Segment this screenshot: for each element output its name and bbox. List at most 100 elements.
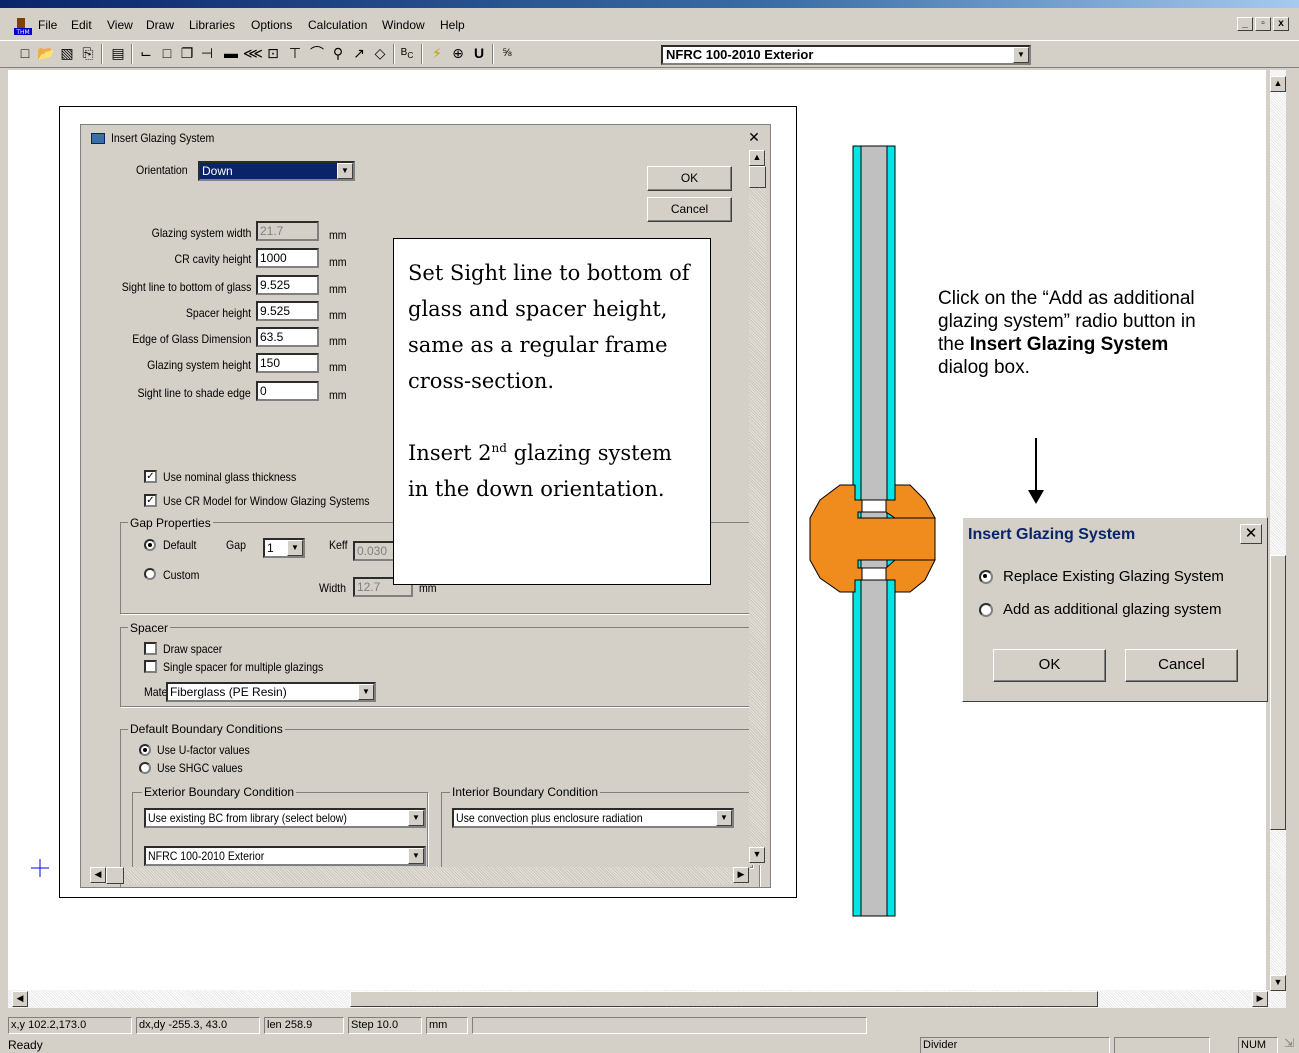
- menu-help[interactable]: Help: [440, 18, 465, 32]
- spacer-height-input[interactable]: 9.525: [256, 301, 319, 321]
- use-ufactor-radio[interactable]: [139, 744, 151, 756]
- glazing-width-input[interactable]: 21.7: [256, 221, 319, 241]
- status-coordinates: x,y 102.2,173.0: [8, 1017, 132, 1034]
- exterior-bc-select[interactable]: Use existing BC from library (select bel…: [144, 808, 426, 828]
- insert-glazing-icon[interactable]: ⊤: [286, 44, 304, 62]
- properties-icon[interactable]: ▤: [109, 44, 127, 62]
- shade-edge-input[interactable]: 0: [256, 381, 319, 401]
- menu-file[interactable]: File: [38, 18, 57, 32]
- edge-of-glass-input[interactable]: 63.5: [256, 327, 319, 347]
- arc-icon[interactable]: ⌒: [308, 44, 326, 62]
- nominal-thickness-checkbox[interactable]: ✓: [144, 470, 157, 483]
- scroll-thumb[interactable]: [749, 166, 766, 188]
- chevron-down-icon[interactable]: ▼: [337, 163, 353, 179]
- ok-button[interactable]: OK: [993, 649, 1106, 682]
- polygon-icon[interactable]: ⌙: [137, 44, 155, 62]
- close-icon[interactable]: ✕: [745, 130, 763, 146]
- therm-app-icon[interactable]: THM: [14, 18, 32, 35]
- pick-icon[interactable]: ↗: [350, 44, 368, 62]
- gap-default-radio[interactable]: [144, 539, 156, 551]
- calculate-icon[interactable]: ⚡: [428, 44, 446, 62]
- field-label: Sight line to bottom of glass: [121, 280, 251, 294]
- scroll-thumb[interactable]: [106, 867, 124, 884]
- menu-draw[interactable]: Draw: [146, 18, 174, 32]
- interior-bc-select[interactable]: Use convection plus enclosure radiation …: [452, 808, 734, 828]
- dimension-fields: Glazing system width 21.7 mm CR cavity h…: [81, 219, 381, 402]
- menu-libraries[interactable]: Libraries: [189, 18, 235, 32]
- boundary-condition-icon[interactable]: BC: [398, 44, 416, 62]
- menu-calculation[interactable]: Calculation: [308, 18, 367, 32]
- results-icon[interactable]: ⊕: [449, 44, 467, 62]
- bc-library-select[interactable]: NFRC 100-2010 Exterior ▼: [661, 45, 1031, 65]
- chevron-down-icon[interactable]: ▼: [716, 810, 732, 826]
- chevron-down-icon[interactable]: ▼: [408, 810, 424, 826]
- scroll-thumb[interactable]: [350, 991, 1098, 1007]
- cr-cavity-height-input[interactable]: 1000: [256, 248, 319, 268]
- gap-select[interactable]: 1 ▼: [263, 538, 305, 558]
- close-icon[interactable]: x: [1273, 17, 1289, 31]
- scroll-left-icon[interactable]: ◀: [90, 867, 106, 883]
- save-icon[interactable]: ▧: [58, 44, 76, 62]
- open-folder-icon[interactable]: 📂: [37, 44, 55, 62]
- scroll-right-icon[interactable]: ▶: [1252, 991, 1268, 1007]
- cancel-button[interactable]: Cancel: [1125, 649, 1238, 682]
- sight-line-bottom-input[interactable]: 9.525: [256, 275, 319, 295]
- cr-model-checkbox[interactable]: ✓: [144, 494, 157, 507]
- add-additional-radio[interactable]: [979, 603, 993, 617]
- scroll-right-icon[interactable]: ▶: [733, 867, 749, 883]
- glazing-height-input[interactable]: 150: [256, 353, 319, 373]
- horizontal-scrollbar[interactable]: ◀ ▶: [8, 990, 1270, 1008]
- dialog-vertical-scrollbar[interactable]: ▲ ▼: [749, 150, 766, 865]
- small-dialog-title: Insert Glazing System: [968, 526, 1136, 543]
- rectangle-icon[interactable]: □: [158, 44, 176, 62]
- vertical-scrollbar[interactable]: ▲ ▼: [1270, 70, 1286, 1008]
- scroll-down-icon[interactable]: ▼: [749, 847, 765, 863]
- rotate-icon[interactable]: ◇: [371, 44, 389, 62]
- interior-bc-caption: Interior Boundary Condition: [450, 785, 601, 799]
- menu-view[interactable]: View: [107, 18, 133, 32]
- orientation-select[interactable]: Down ▼: [198, 161, 355, 181]
- menu-edit[interactable]: Edit: [71, 18, 92, 32]
- locate-icon[interactable]: ⋘: [243, 44, 263, 62]
- fill-icon[interactable]: ▬: [222, 44, 240, 62]
- menu-options[interactable]: Options: [251, 18, 292, 32]
- new-file-icon[interactable]: □: [16, 44, 34, 62]
- units-icon[interactable]: ⅝: [498, 44, 516, 62]
- restore-icon[interactable]: ▫: [1255, 17, 1271, 31]
- chevron-down-icon[interactable]: ▼: [287, 540, 303, 556]
- replace-existing-radio[interactable]: [979, 570, 993, 584]
- scroll-up-icon[interactable]: ▲: [1270, 76, 1286, 92]
- chevron-down-icon[interactable]: ▼: [1013, 47, 1029, 63]
- scroll-up-icon[interactable]: ▲: [749, 150, 765, 166]
- minimize-icon[interactable]: _: [1237, 17, 1253, 31]
- default-bc-caption: Default Boundary Conditions: [128, 722, 285, 736]
- orientation-value: Down: [202, 164, 233, 178]
- print-icon[interactable]: ⎘: [79, 44, 97, 62]
- draw-spacer-checkbox[interactable]: [144, 642, 157, 655]
- gap-custom-radio[interactable]: [144, 568, 156, 580]
- ok-button[interactable]: OK: [647, 166, 732, 191]
- frame-cavity-icon[interactable]: ⊡: [264, 44, 282, 62]
- scroll-left-icon[interactable]: ◀: [12, 991, 28, 1007]
- use-shgc-radio[interactable]: [139, 762, 151, 774]
- close-icon[interactable]: ✕: [1240, 524, 1262, 544]
- material-select[interactable]: Fiberglass (PE Resin) ▼: [166, 682, 376, 702]
- copy-polygon-icon[interactable]: ❐: [178, 44, 196, 62]
- scroll-down-icon[interactable]: ▼: [1270, 975, 1286, 991]
- spacer-caption: Spacer: [128, 621, 171, 635]
- u-factor-icon[interactable]: U: [470, 44, 488, 62]
- single-spacer-checkbox[interactable]: [144, 660, 157, 673]
- status-delta: dx,dy -255.3, 43.0: [136, 1017, 260, 1034]
- scroll-thumb[interactable]: [1270, 555, 1286, 830]
- insert-point-icon[interactable]: ⊣: [198, 44, 216, 62]
- chevron-down-icon[interactable]: ▼: [408, 848, 424, 864]
- exterior-bc-library-select[interactable]: NFRC 100-2010 Exterior ▼: [144, 846, 426, 866]
- single-spacer-label: Single spacer for multiple glazings: [163, 660, 324, 674]
- zoom-icon[interactable]: ⚲: [329, 44, 347, 62]
- resize-grip-icon[interactable]: ⇲: [1284, 1036, 1294, 1050]
- chevron-down-icon[interactable]: ▼: [358, 684, 374, 700]
- dialog-horizontal-scrollbar[interactable]: ◀ ▶: [90, 867, 750, 884]
- svg-text:THM: THM: [15, 29, 29, 35]
- menu-window[interactable]: Window: [382, 18, 425, 32]
- cancel-button[interactable]: Cancel: [647, 197, 732, 222]
